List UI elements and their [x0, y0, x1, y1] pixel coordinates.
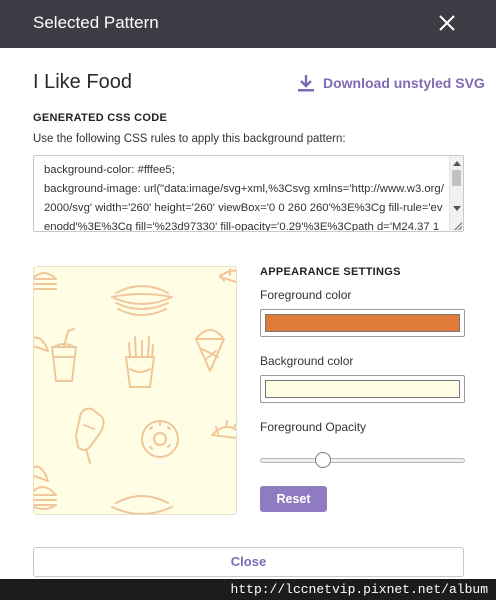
foreground-color-swatch: [265, 314, 460, 332]
reset-button[interactable]: Reset: [260, 486, 327, 512]
scroll-up-arrow-icon[interactable]: [453, 161, 461, 166]
download-icon: [298, 75, 314, 92]
resize-grip-icon[interactable]: [454, 222, 462, 230]
css-code-description: Use the following CSS rules to apply thi…: [33, 133, 346, 145]
css-code-heading: GENERATED CSS CODE: [33, 112, 168, 124]
close-button[interactable]: Close: [33, 547, 464, 577]
watermark-text: http://lccnetvip.pixnet.net/album: [230, 582, 488, 597]
close-icon[interactable]: [436, 12, 458, 34]
background-color-label: Background color: [260, 354, 354, 368]
background-color-picker[interactable]: [260, 375, 465, 403]
slider-thumb[interactable]: [315, 452, 331, 468]
foreground-color-picker[interactable]: [260, 309, 465, 337]
watermark-bar: http://lccnetvip.pixnet.net/album: [0, 579, 496, 600]
scroll-thumb[interactable]: [452, 170, 461, 186]
download-label: Download unstyled SVG: [323, 75, 485, 91]
background-color-swatch: [265, 380, 460, 398]
foreground-opacity-slider[interactable]: [260, 452, 465, 470]
code-scrollbar[interactable]: [449, 156, 463, 231]
appearance-heading: APPEARANCE SETTINGS: [260, 266, 401, 278]
css-code-text[interactable]: background-color: #fffee5; background-im…: [44, 161, 444, 231]
dialog-title: Selected Pattern: [33, 13, 159, 32]
scroll-down-arrow-icon[interactable]: [453, 206, 461, 211]
foreground-opacity-label: Foreground Opacity: [260, 420, 367, 434]
pattern-title: I Like Food: [33, 71, 132, 93]
pattern-preview-image: [34, 267, 236, 514]
dialog-header: Selected Pattern: [0, 0, 496, 48]
css-code-textarea[interactable]: background-color: #fffee5; background-im…: [33, 155, 464, 232]
pattern-preview: [33, 266, 237, 515]
foreground-color-label: Foreground color: [260, 288, 352, 302]
download-svg-link[interactable]: Download unstyled SVG: [296, 73, 485, 93]
slider-track[interactable]: [260, 458, 465, 463]
